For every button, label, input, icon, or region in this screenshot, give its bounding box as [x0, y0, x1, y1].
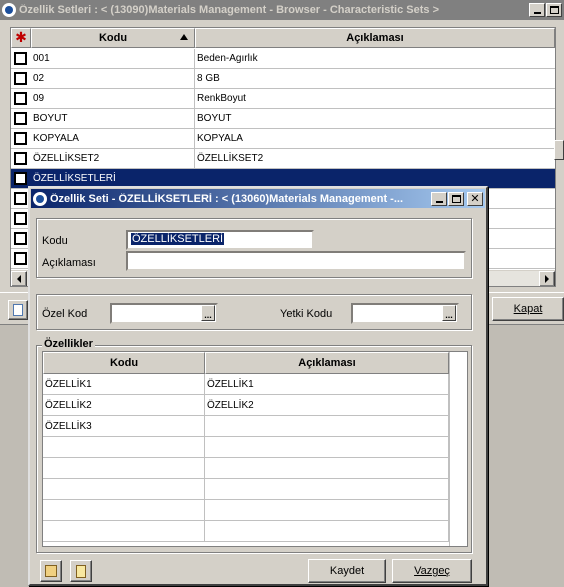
- cancel-button[interactable]: Vazgeç: [392, 559, 472, 583]
- browser-title-bar[interactable]: Özellik Setleri : < (13090)Materials Man…: [0, 0, 564, 20]
- minimize-button[interactable]: [431, 191, 447, 206]
- list-icon: [76, 564, 86, 578]
- row-checkbox[interactable]: [14, 112, 27, 125]
- table-row[interactable]: KOPYALA KOPYALA: [11, 129, 555, 149]
- row-checkbox[interactable]: [14, 172, 27, 185]
- maximize-button[interactable]: [546, 3, 562, 17]
- auth-code-lookup-button[interactable]: ...: [442, 305, 456, 321]
- table-row[interactable]: ÖZELLİK2 ÖZELLİK2: [43, 395, 449, 416]
- code-label: Kodu: [42, 235, 68, 247]
- app-icon: [33, 191, 47, 206]
- app-icon: [2, 3, 16, 17]
- scroll-left-icon: [17, 275, 21, 283]
- auth-code-label: Yetki Kodu: [280, 308, 333, 320]
- minimize-icon: [435, 200, 443, 203]
- row-checkbox[interactable]: [14, 232, 27, 245]
- grid-tool-button-1[interactable]: [40, 560, 62, 582]
- close-button[interactable]: ✕: [467, 191, 483, 206]
- minimize-button[interactable]: [529, 3, 545, 17]
- scroll-right-icon: [545, 275, 549, 283]
- table-row[interactable]: 02 8 GB: [11, 69, 555, 89]
- special-code-lookup-button[interactable]: ...: [201, 305, 215, 321]
- dialog-title: Özellik Seti - ÖZELLİKSETLERİ : < (13060…: [50, 192, 404, 205]
- column-header-code[interactable]: Kodu: [31, 28, 195, 48]
- sort-ascending-icon: [180, 34, 188, 40]
- select-all-header[interactable]: ✱: [11, 28, 31, 48]
- maximize-icon: [451, 194, 461, 203]
- table-row[interactable]: 09 RenkBoyut: [11, 89, 555, 109]
- table-row[interactable]: [43, 458, 449, 479]
- edit-icon: [45, 565, 57, 577]
- grid-tool-button-2[interactable]: [70, 560, 92, 582]
- browser-title: Özellik Setleri : < (13090)Materials Man…: [19, 4, 440, 16]
- save-button[interactable]: Kaydet: [308, 559, 386, 583]
- scroll-right-button[interactable]: [539, 271, 555, 286]
- dialog-title-bar[interactable]: Özellik Seti - ÖZELLİKSETLERİ : < (13060…: [31, 189, 485, 208]
- grid-header-code[interactable]: Kodu: [43, 352, 205, 374]
- characteristic-set-dialog: Özellik Seti - ÖZELLİKSETLERİ : < (13060…: [28, 186, 488, 586]
- table-row[interactable]: [43, 521, 449, 542]
- minimize-icon: [533, 12, 541, 14]
- table-row[interactable]: [43, 437, 449, 458]
- table-row[interactable]: [43, 479, 449, 500]
- description-label: Açıklaması: [42, 257, 96, 269]
- grid-header-description[interactable]: Açıklaması: [205, 352, 449, 374]
- vertical-scrollbar[interactable]: [554, 140, 564, 160]
- table-row[interactable]: [43, 500, 449, 521]
- row-checkbox[interactable]: [14, 192, 27, 205]
- row-checkbox[interactable]: [14, 132, 27, 145]
- scroll-left-button[interactable]: [11, 271, 27, 286]
- row-checkbox[interactable]: [14, 52, 27, 65]
- properties-group-label: Özellikler: [42, 338, 95, 350]
- row-checkbox[interactable]: [14, 72, 27, 85]
- code-value: ÖZELLİKSETLERİ: [131, 233, 225, 245]
- properties-grid: Kodu Açıklaması ÖZELLİK1 ÖZELLİK1 ÖZELLİ…: [42, 351, 468, 547]
- row-checkbox[interactable]: [14, 152, 27, 165]
- table-row[interactable]: ÖZELLİK3: [43, 416, 449, 437]
- browser-tool-button[interactable]: [8, 300, 28, 320]
- table-row[interactable]: BOYUT BOYUT: [11, 109, 555, 129]
- grid-scrollbar[interactable]: [449, 352, 467, 546]
- special-code-label: Özel Kod: [42, 308, 88, 320]
- row-checkbox[interactable]: [14, 252, 27, 265]
- row-checkbox[interactable]: [14, 92, 27, 105]
- close-browser-button[interactable]: Kapat: [492, 297, 564, 321]
- table-row[interactable]: ÖZELLİKSET2 ÖZELLİKSET2: [11, 149, 555, 169]
- new-document-icon: [13, 304, 23, 316]
- table-row[interactable]: ÖZELLİK1 ÖZELLİK1: [43, 374, 449, 395]
- maximize-button[interactable]: [448, 191, 464, 206]
- description-input[interactable]: [126, 251, 466, 271]
- select-all-icon: ✱: [15, 30, 27, 46]
- table-row[interactable]: 001 Beden-Agırlık: [11, 49, 555, 69]
- column-header-description[interactable]: Açıklaması: [195, 28, 555, 48]
- row-checkbox[interactable]: [14, 212, 27, 225]
- maximize-icon: [549, 6, 559, 14]
- close-icon: ✕: [470, 191, 480, 205]
- code-input[interactable]: ÖZELLİKSETLERİ: [126, 230, 314, 250]
